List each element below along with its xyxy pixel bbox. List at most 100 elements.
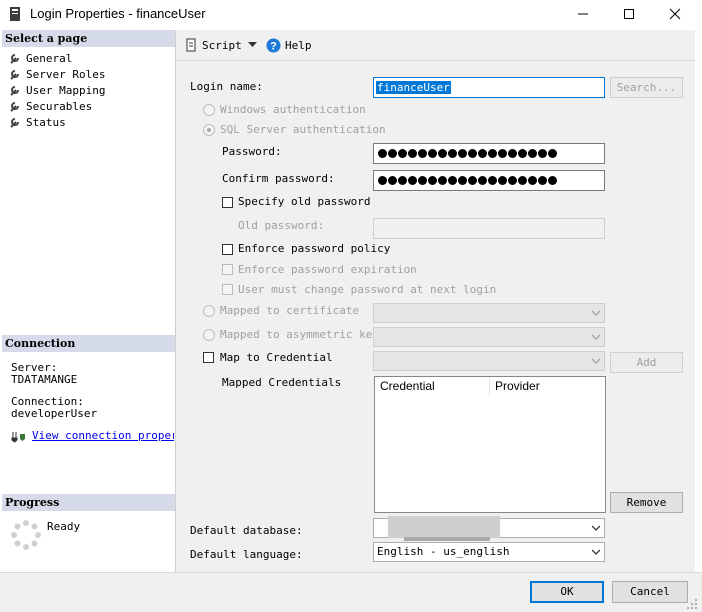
search-button[interactable]: Search... bbox=[610, 77, 683, 98]
connection-header: Connection bbox=[2, 335, 175, 352]
view-connection-properties-link[interactable]: View connection properti bbox=[32, 429, 174, 442]
app-icon bbox=[10, 7, 20, 21]
wrench-icon bbox=[10, 118, 19, 128]
page-item-label: Status bbox=[26, 115, 66, 129]
must-change-label: User must change password at next login bbox=[238, 283, 497, 296]
svg-text:?: ? bbox=[270, 41, 277, 53]
connection-value: developerUser bbox=[11, 407, 98, 420]
select-page-header: Select a page bbox=[2, 30, 175, 47]
minimize-icon bbox=[578, 13, 588, 15]
credential-select[interactable] bbox=[373, 351, 605, 371]
map-credential-label: Map to Credential bbox=[220, 351, 333, 364]
mapped-credentials-list[interactable]: Credential Provider bbox=[374, 376, 606, 513]
script-icon bbox=[186, 38, 196, 52]
page-item-user-mapping[interactable]: User Mapping bbox=[9, 82, 105, 98]
script-button[interactable]: Script bbox=[184, 38, 242, 52]
footer-divider bbox=[0, 572, 702, 573]
title-bar: Login Properties - financeUser bbox=[0, 0, 702, 28]
page-item-label: User Mapping bbox=[26, 83, 106, 97]
old-password-input[interactable] bbox=[373, 218, 605, 239]
toolbar-divider bbox=[176, 60, 695, 61]
windows-auth-label: Windows authentication bbox=[220, 103, 366, 116]
server-value: TDATAMANGE bbox=[11, 373, 78, 386]
enforce-policy-label: Enforce password policy bbox=[238, 242, 391, 255]
mapped-asym-key-label: Mapped to asymmetric key bbox=[220, 328, 379, 341]
ok-button[interactable]: OK bbox=[530, 581, 604, 603]
page-item-general[interactable]: General bbox=[9, 50, 72, 66]
chevron-down-icon bbox=[592, 358, 600, 364]
spinner-icon bbox=[11, 520, 41, 550]
mapped-certificate-label: Mapped to certificate bbox=[220, 304, 360, 317]
confirm-password-input[interactable] bbox=[373, 170, 605, 191]
mapped-credentials-label: Mapped Credentials bbox=[222, 376, 342, 389]
page-item-label: Server Roles bbox=[26, 67, 106, 81]
certificate-select[interactable] bbox=[373, 303, 605, 323]
page-item-server-roles[interactable]: Server Roles bbox=[9, 66, 105, 82]
chevron-down-icon bbox=[592, 310, 600, 316]
progress-header: Progress bbox=[2, 494, 175, 511]
login-name-input[interactable]: financeUser bbox=[373, 77, 605, 98]
sql-auth-radio[interactable] bbox=[203, 124, 215, 136]
default-language-select[interactable]: English - us_english bbox=[373, 542, 605, 562]
wrench-icon bbox=[10, 86, 19, 96]
chevron-down-icon bbox=[592, 549, 600, 555]
enforce-expiration-checkbox[interactable] bbox=[222, 264, 233, 275]
help-label: Help bbox=[285, 39, 312, 52]
maximize-button[interactable] bbox=[606, 0, 652, 28]
map-credential-checkbox[interactable] bbox=[203, 352, 214, 363]
window-title: Login Properties - financeUser bbox=[30, 6, 206, 21]
mapped-certificate-radio[interactable] bbox=[203, 305, 215, 317]
chevron-down-icon bbox=[592, 334, 600, 340]
enforce-policy-checkbox[interactable] bbox=[222, 244, 233, 255]
specify-old-password-label: Specify old password bbox=[238, 195, 371, 208]
script-label: Script bbox=[202, 38, 242, 52]
wrench-icon bbox=[10, 54, 19, 64]
minimize-button[interactable] bbox=[560, 0, 606, 28]
wrench-icon bbox=[10, 70, 19, 80]
resize-grip-icon[interactable] bbox=[686, 598, 698, 610]
must-change-checkbox[interactable] bbox=[222, 284, 233, 295]
cancel-button[interactable]: Cancel bbox=[612, 581, 688, 603]
wrench-icon bbox=[10, 102, 19, 112]
page-item-status[interactable]: Status bbox=[9, 114, 66, 130]
enforce-expiration-label: Enforce password expiration bbox=[238, 263, 417, 276]
dialog-footer: OK Cancel bbox=[0, 572, 702, 612]
specify-old-password-checkbox[interactable] bbox=[222, 197, 233, 208]
remove-credential-button[interactable]: Remove bbox=[610, 492, 683, 513]
default-language-label: Default language: bbox=[190, 548, 303, 561]
password-label: Password: bbox=[222, 145, 282, 158]
page-item-securables[interactable]: Securables bbox=[9, 98, 92, 114]
left-pane: Select a page General Server Roles User … bbox=[1, 30, 176, 572]
help-icon: ? bbox=[266, 38, 281, 53]
chevron-down-icon bbox=[592, 525, 600, 531]
confirm-password-mask bbox=[374, 171, 604, 190]
redacted-value bbox=[388, 516, 500, 538]
confirm-password-label: Confirm password: bbox=[222, 172, 335, 185]
page-item-label: General bbox=[26, 51, 73, 65]
mapped-asym-key-radio[interactable] bbox=[203, 329, 215, 341]
password-input[interactable] bbox=[373, 143, 605, 164]
password-mask bbox=[374, 144, 604, 163]
close-button[interactable] bbox=[652, 0, 698, 28]
column-header-credential[interactable]: Credential bbox=[375, 377, 490, 396]
main-pane: Script ? Help Login name: financeUser Se… bbox=[176, 30, 695, 572]
default-database-select[interactable] bbox=[373, 516, 605, 541]
old-password-label: Old password: bbox=[238, 219, 325, 232]
dropdown-icon[interactable] bbox=[248, 42, 257, 48]
add-credential-button[interactable]: Add bbox=[610, 352, 683, 373]
maximize-icon bbox=[624, 9, 634, 19]
login-name-label: Login name: bbox=[190, 80, 263, 93]
plug-icon bbox=[11, 432, 25, 443]
redacted-value-shadow bbox=[404, 537, 490, 541]
windows-auth-radio[interactable] bbox=[203, 104, 215, 116]
default-language-value: English - us_english bbox=[377, 545, 510, 558]
help-button[interactable]: ? Help bbox=[266, 38, 312, 53]
default-database-label: Default database: bbox=[190, 524, 303, 537]
close-icon bbox=[669, 8, 681, 20]
asym-key-select[interactable] bbox=[373, 327, 605, 347]
login-name-value: financeUser bbox=[376, 81, 451, 94]
progress-status: Ready bbox=[47, 520, 81, 533]
page-item-label: Securables bbox=[26, 99, 93, 113]
sql-auth-label: SQL Server authentication bbox=[220, 123, 386, 136]
column-header-provider[interactable]: Provider bbox=[490, 377, 605, 396]
